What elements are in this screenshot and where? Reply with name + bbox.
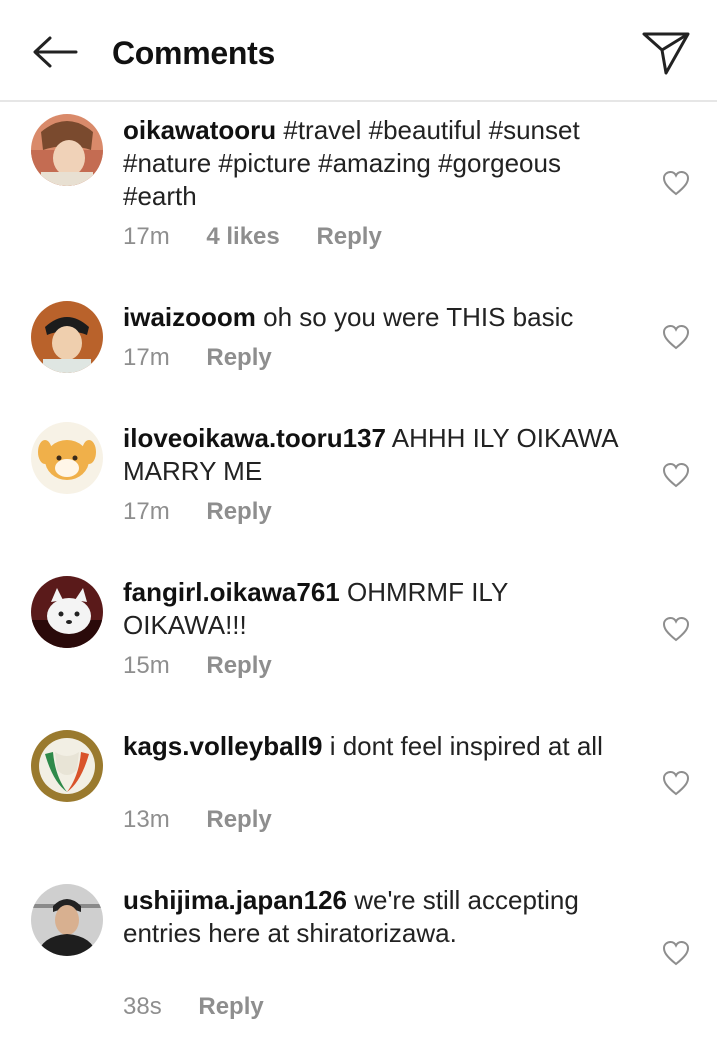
comment-username[interactable]: oikawatooru <box>123 115 276 145</box>
comment-text: iloveoikawa.tooru137 AHHH ILY OIKAWA MAR… <box>123 422 623 488</box>
comment-text: fangirl.oikawa761 OHMRMF ILY OIKAWA!!! <box>123 576 623 642</box>
avatar[interactable] <box>31 576 103 648</box>
heart-icon[interactable] <box>662 940 690 966</box>
comment-time: 17m <box>123 344 170 371</box>
avatar[interactable] <box>31 884 103 956</box>
comment-time: 13m <box>123 806 170 833</box>
comment-meta: 17m Reply <box>123 343 272 373</box>
heart-icon[interactable] <box>662 462 690 488</box>
comment-body: oh so you were THIS basic <box>263 302 574 332</box>
reply-button[interactable]: Reply <box>206 652 271 679</box>
heart-icon[interactable] <box>662 170 690 196</box>
avatar[interactable] <box>31 301 103 373</box>
reply-button[interactable]: Reply <box>198 993 263 1020</box>
comment-time: 17m <box>123 498 170 525</box>
reply-button[interactable]: Reply <box>206 498 271 525</box>
comment-username[interactable]: kags.volleyball9 <box>123 731 322 761</box>
comment-username[interactable]: fangirl.oikawa761 <box>123 577 340 607</box>
avatar[interactable] <box>31 114 103 186</box>
header-bar: Comments <box>0 0 717 102</box>
page-title: Comments <box>112 35 275 71</box>
comment-time: 15m <box>123 652 170 679</box>
comment-time: 17m <box>123 223 170 250</box>
comment-text: oikawatooru #travel #beautiful #sunset #… <box>123 114 623 213</box>
comment-meta: 17m Reply <box>123 497 272 527</box>
comment-body: i dont feel inspired at all <box>329 731 603 761</box>
comment-likes[interactable]: 4 likes <box>206 223 279 250</box>
heart-icon[interactable] <box>662 324 690 350</box>
reply-button[interactable]: Reply <box>206 806 271 833</box>
comment-text: iwaizooom oh so you were THIS basic <box>123 301 623 334</box>
avatar[interactable] <box>31 730 103 802</box>
comment-username[interactable]: ushijima.japan126 <box>123 885 347 915</box>
back-arrow-icon[interactable] <box>30 32 80 72</box>
reply-button[interactable]: Reply <box>206 344 271 371</box>
comment-meta: 13m Reply <box>123 805 272 835</box>
comment-meta: 15m Reply <box>123 651 272 681</box>
heart-icon[interactable] <box>662 770 690 796</box>
comment-username[interactable]: iloveoikawa.tooru137 <box>123 423 386 453</box>
reply-button[interactable]: Reply <box>316 223 381 250</box>
comment-meta: 17m 4 likes Reply <box>123 222 382 252</box>
comment-username[interactable]: iwaizooom <box>123 302 256 332</box>
comment-text: kags.volleyball9 i dont feel inspired at… <box>123 730 623 763</box>
direct-message-send-icon[interactable] <box>640 28 692 78</box>
comment-text: ushijima.japan126 we're still accepting … <box>123 884 623 950</box>
avatar[interactable] <box>31 422 103 494</box>
comment-meta: 38s Reply <box>123 992 264 1022</box>
comment-time: 38s <box>123 993 162 1020</box>
heart-icon[interactable] <box>662 616 690 642</box>
